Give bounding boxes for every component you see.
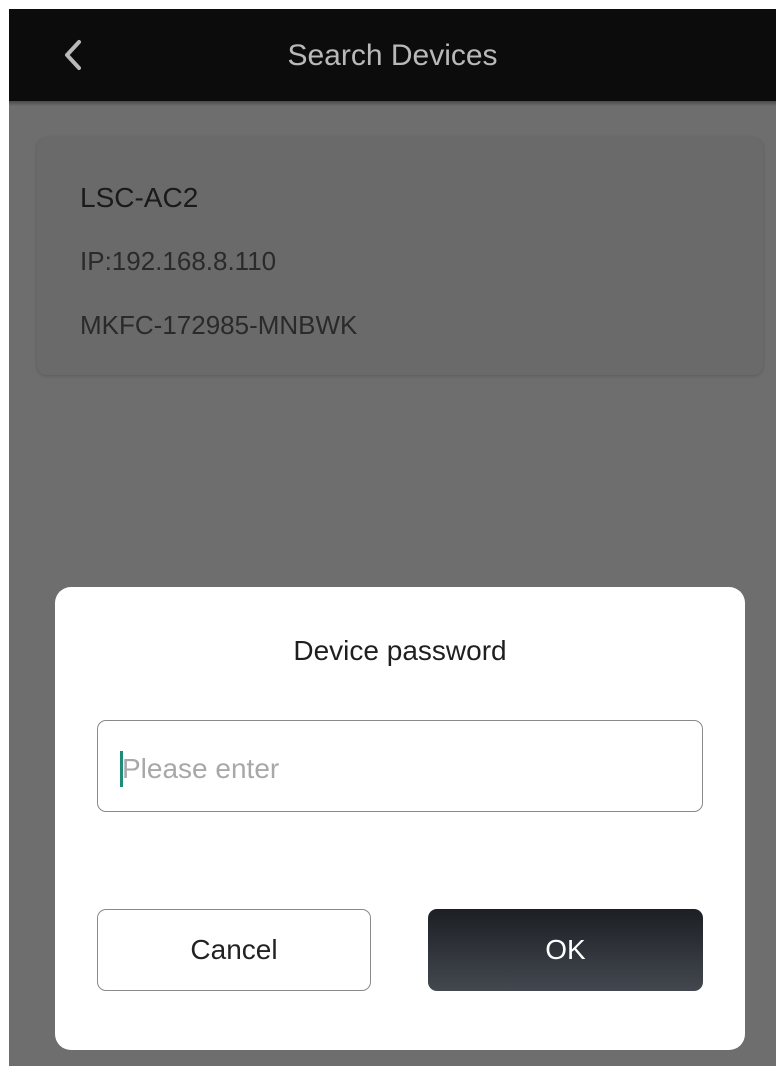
cancel-button[interactable]: Cancel [97, 909, 371, 991]
top-bar: Search Devices [9, 9, 776, 101]
app-screen: Search Devices LSC-AC2 IP:192.168.8.110 … [9, 9, 776, 1066]
ok-button[interactable]: OK [428, 909, 703, 991]
device-card[interactable]: LSC-AC2 IP:192.168.8.110 MKFC-172985-MNB… [37, 137, 763, 375]
password-input[interactable]: Please enter [97, 720, 703, 812]
dialog-title: Device password [293, 635, 507, 666]
header-divider [9, 101, 776, 106]
password-placeholder: Please enter [122, 753, 280, 784]
password-dialog: Device password Please enter Cancel OK [55, 587, 745, 1050]
device-serial: MKFC-172985-MNBWK [80, 310, 358, 340]
device-ip: IP:192.168.8.110 [80, 246, 277, 276]
device-name: LSC-AC2 [80, 182, 199, 213]
page-title: Search Devices [287, 39, 498, 72]
